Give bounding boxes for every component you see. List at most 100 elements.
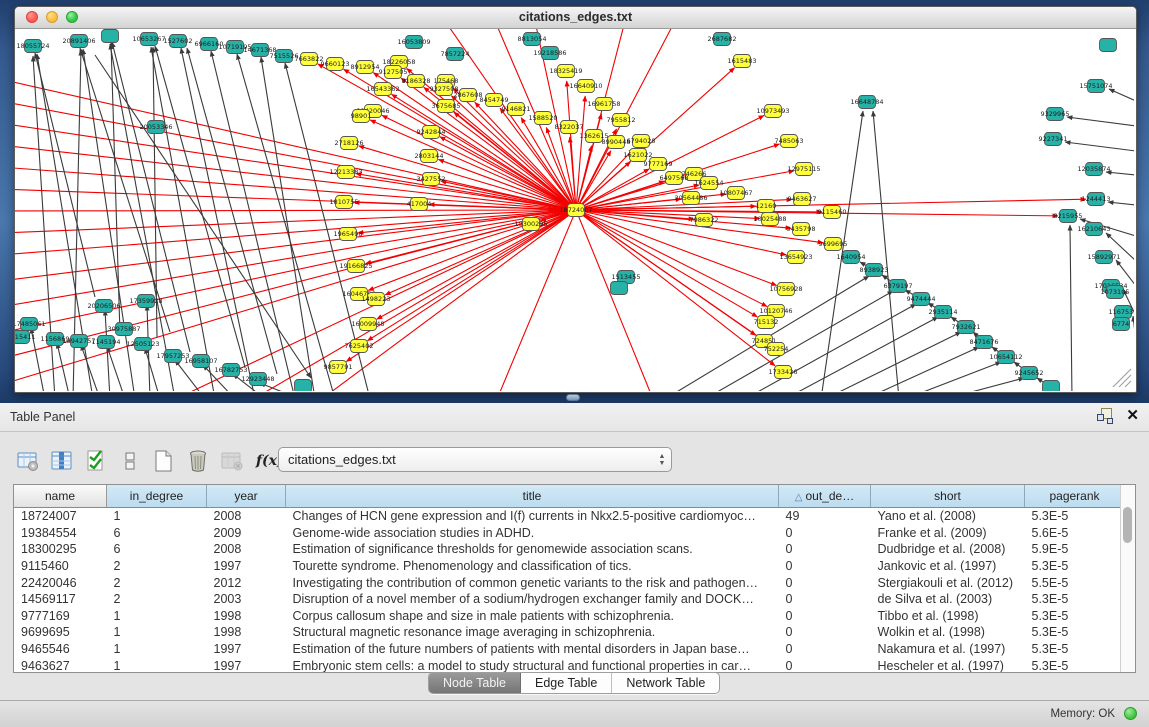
- tab-edge-table[interactable]: Edge Table: [521, 673, 612, 693]
- table-row[interactable]: 969969511998Structural magnetic resonanc…: [14, 624, 1136, 641]
- graph-node-teal[interactable]: [1043, 381, 1060, 392]
- graph-node-yellow[interactable]: 2803144: [415, 150, 444, 163]
- graph-node-yellow[interactable]: 9115460: [818, 206, 847, 219]
- graph-node-yellow[interactable]: 9777169: [644, 158, 673, 171]
- graph-node-teal[interactable]: 1527602: [164, 35, 193, 48]
- graph-node-teal[interactable]: 2687682: [708, 33, 737, 46]
- table-cell[interactable]: Genome-wide association studies in ADHD.: [286, 525, 779, 542]
- graph-node-yellow[interactable]: 10807467: [719, 187, 752, 200]
- citation-edge-red[interactable]: [15, 210, 576, 385]
- citation-edge-red[interactable]: [576, 210, 777, 285]
- graph-node-teal[interactable]: 1073105: [1101, 286, 1130, 299]
- table-row[interactable]: 1456911722003Disruption of a novel membe…: [14, 591, 1136, 608]
- table-cell[interactable]: 0: [779, 657, 871, 673]
- citation-edge-black[interactable]: [705, 291, 893, 391]
- table-cell[interactable]: 0: [779, 608, 871, 625]
- table-cell[interactable]: 18300295: [14, 541, 107, 558]
- graph-node-yellow[interactable]: 19166825: [339, 260, 372, 273]
- graph-node-teal[interactable]: [102, 30, 119, 43]
- graph-node-yellow[interactable]: 7625402: [345, 340, 374, 353]
- graph-node-yellow[interactable]: 1965498: [334, 228, 363, 241]
- table-cell[interactable]: 9777169: [14, 608, 107, 625]
- graph-node-teal[interactable]: [611, 282, 628, 295]
- citation-edge-black[interactable]: [261, 57, 315, 391]
- table-cell[interactable]: 22420046: [14, 574, 107, 591]
- graph-node-teal[interactable]: 8938923: [860, 264, 889, 277]
- table-cell[interactable]: Estimation of the future numbers of pati…: [286, 641, 779, 658]
- graph-node-teal[interactable]: 16958107: [184, 355, 217, 368]
- table-cell[interactable]: 9463627: [14, 657, 107, 673]
- graph-node-yellow[interactable]: 16640910: [569, 80, 602, 93]
- float-panel-icon[interactable]: [1097, 408, 1112, 423]
- graph-node-teal[interactable]: 16053809: [397, 36, 430, 49]
- table-cell[interactable]: Estimation of significance thresholds fo…: [286, 541, 779, 558]
- unselect-rows-icon[interactable]: [116, 447, 144, 475]
- citation-edge-black[interactable]: [151, 47, 215, 391]
- graph-node-teal[interactable]: 20053346: [139, 121, 172, 134]
- table-cell[interactable]: 2: [107, 591, 207, 608]
- table-row[interactable]: 946554611997Estimation of the future num…: [14, 641, 1136, 658]
- column-header-name[interactable]: name: [14, 485, 107, 508]
- table-cell[interactable]: Corpus callosum shape and size in male p…: [286, 608, 779, 625]
- table-cell[interactable]: 5.3E-5: [1025, 657, 1125, 673]
- graph-node-yellow[interactable]: 2867608: [454, 89, 483, 102]
- table-cell[interactable]: 18724007: [14, 508, 107, 525]
- graph-node-yellow[interactable]: 417004: [407, 198, 432, 211]
- citation-edge-black[interactable]: [945, 378, 1024, 391]
- graph-node-yellow[interactable]: 3675685: [432, 100, 461, 113]
- graph-node-teal[interactable]: [295, 380, 312, 392]
- citation-edge-red[interactable]: [367, 210, 576, 341]
- citation-edge-black[interactable]: [905, 362, 1001, 391]
- table-cell[interactable]: Tibbo et al. (1998): [871, 608, 1025, 625]
- table-cell[interactable]: Investigating the contribution of common…: [286, 574, 779, 591]
- network-window-titlebar[interactable]: citations_edges.txt: [15, 7, 1136, 29]
- table-cell[interactable]: 2009: [207, 525, 286, 542]
- citation-edge-black[interactable]: [111, 43, 120, 334]
- table-cell[interactable]: 2008: [207, 508, 286, 525]
- graph-node-teal[interactable]: 9474444: [907, 293, 936, 306]
- citation-edge-red[interactable]: [15, 123, 576, 210]
- delete-column-trash-icon[interactable]: [184, 447, 212, 475]
- graph-node-teal[interactable]: 1244413: [1082, 193, 1111, 206]
- citation-edge-black[interactable]: [35, 53, 95, 297]
- table-cell[interactable]: 5.6E-5: [1025, 525, 1125, 542]
- table-cell[interactable]: 9115460: [14, 558, 107, 575]
- graph-node-teal[interactable]: [1100, 39, 1117, 52]
- graph-node-teal[interactable]: 6379197: [884, 280, 913, 293]
- table-cell[interactable]: 0: [779, 624, 871, 641]
- graph-node-yellow[interactable]: 20564486: [674, 192, 707, 205]
- table-cell[interactable]: 5.3E-5: [1025, 624, 1125, 641]
- graph-node-teal[interactable]: 30975887: [107, 323, 140, 336]
- graph-node-teal[interactable]: 9245652: [1015, 367, 1044, 380]
- table-row[interactable]: 911546021997Tourette syndrome. Phenomeno…: [14, 558, 1136, 575]
- graph-node-yellow[interactable]: 7663822: [295, 53, 324, 66]
- graph-node-yellow[interactable]: 1588520: [529, 112, 558, 125]
- network-canvas[interactable]: 1805572420891406106532671527602696616010…: [15, 29, 1134, 391]
- table-cell[interactable]: 1997: [207, 657, 286, 673]
- graph-node-teal[interactable]: 1167533: [1109, 306, 1134, 319]
- table-row[interactable]: 1830029562008Estimation of significance …: [14, 541, 1136, 558]
- table-cell[interactable]: de Silva et al. (2003): [871, 591, 1025, 608]
- show-columns-icon[interactable]: [48, 447, 76, 475]
- table-cell[interactable]: 5.3E-5: [1025, 641, 1125, 658]
- table-cell[interactable]: 0: [779, 558, 871, 575]
- graph-node-yellow[interactable]: 10973493: [756, 105, 789, 118]
- graph-node-teal[interactable]: 20206506: [87, 300, 120, 313]
- graph-node-yellow[interactable]: 8186328: [402, 75, 431, 88]
- table-row[interactable]: 1872400712008Changes of HCN gene express…: [14, 508, 1136, 525]
- graph-node-yellow[interactable]: 9463627: [788, 193, 817, 206]
- table-cell[interactable]: 0: [779, 541, 871, 558]
- table-cell[interactable]: Wolkin et al. (1998): [871, 624, 1025, 641]
- citation-edge-red[interactable]: [576, 210, 775, 366]
- citation-edge-black[interactable]: [1065, 142, 1134, 151]
- scrollbar-thumb[interactable]: [1123, 507, 1132, 543]
- graph-node-teal[interactable]: 10654112: [989, 351, 1022, 364]
- graph-node-yellow[interactable]: 752254: [764, 343, 789, 356]
- column-header-out_de…[interactable]: △out_de…: [779, 485, 871, 508]
- table-row[interactable]: 977716911998Corpus callosum shape and si…: [14, 608, 1136, 625]
- table-cell[interactable]: Jankovic et al. (1997): [871, 558, 1025, 575]
- table-cell[interactable]: 1: [107, 608, 207, 625]
- graph-node-yellow[interactable]: 9435798: [787, 223, 816, 236]
- graph-node-teal[interactable]: 3915411: [15, 331, 35, 344]
- tab-node-table[interactable]: Node Table: [429, 673, 521, 693]
